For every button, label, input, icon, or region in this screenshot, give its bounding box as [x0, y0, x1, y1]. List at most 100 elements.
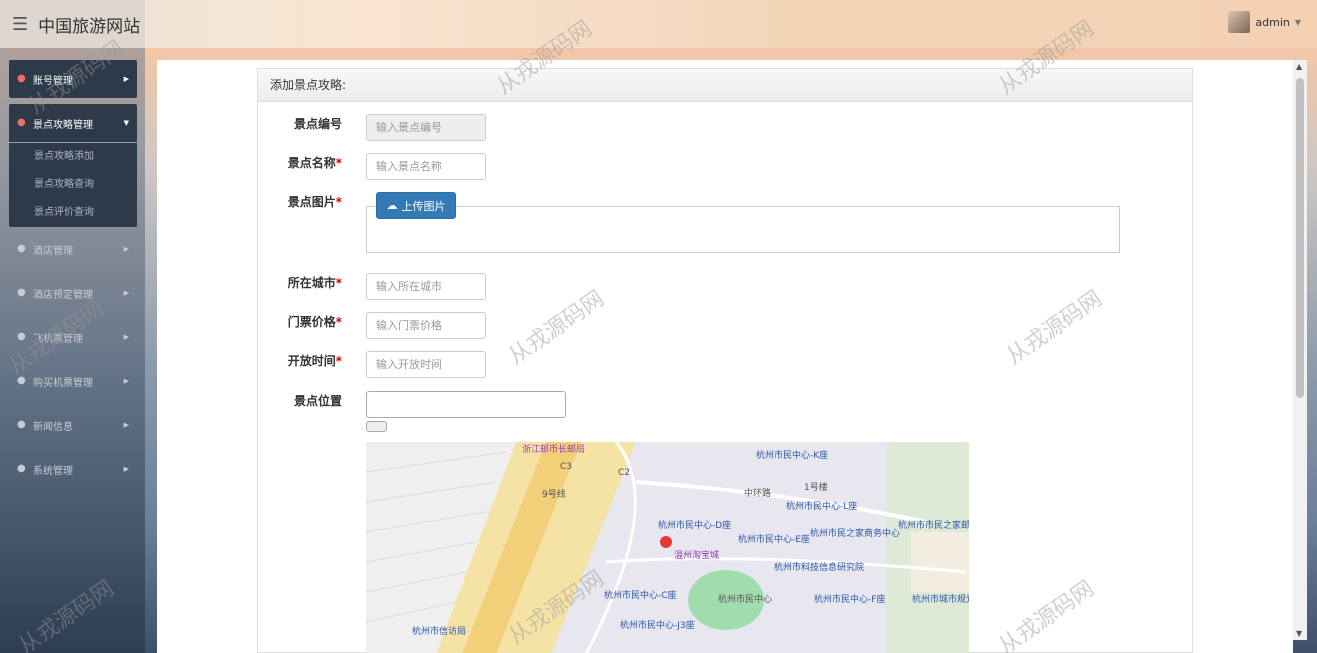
sidebar-item-label: 系统管理 [33, 465, 73, 477]
price-label: 门票价格* [258, 313, 342, 330]
map-label: 杭州市民中心-F座 [814, 595, 886, 605]
sidebar-item-label: 酒店预定管理 [33, 289, 93, 301]
map-label: C3 [560, 462, 573, 472]
city-label: 所在城市* [258, 274, 342, 291]
map-label: 杭州市民中心-D座 [658, 521, 732, 531]
required-mark: * [335, 195, 342, 209]
map-label: 中环路 [744, 489, 772, 499]
map-label: 1号楼 [804, 483, 828, 493]
menu-toggle-icon[interactable]: ☰ [12, 14, 28, 35]
sidebar-item-label: 酒店管理 [33, 245, 73, 257]
sidebar-item-system[interactable]: ● 系统管理 ▶ [9, 450, 137, 488]
map-label: 杭州市民中心-L座 [786, 502, 858, 512]
map-label: 杭州市民之家商务中心 [810, 529, 901, 539]
user-icon: ● [17, 419, 26, 430]
user-icon: ● [17, 375, 26, 386]
map-label: 浙江邮币长邮局 [522, 445, 586, 455]
sidebar-item-ticket-purchase[interactable]: ● 购买机票管理 ▶ [9, 362, 137, 400]
city-input[interactable]: 输入所在城市 [366, 273, 486, 300]
map-label: 9号线 [542, 490, 566, 500]
code-label-text: 景点编号 [293, 117, 342, 131]
required-mark: * [335, 354, 342, 368]
sidebar-item-scenic[interactable]: ● 景点攻略管理 ▼ [9, 104, 137, 142]
image-label-text: 景点图片 [287, 195, 336, 209]
sidebar-item-label: 新闻信息 [33, 421, 73, 433]
name-label: 景点名称* [258, 154, 342, 171]
avatar[interactable] [1228, 11, 1251, 33]
map-label: 杭州市民中心 [718, 595, 773, 605]
image-label: 景点图片* [258, 193, 342, 210]
sidebar-item-account[interactable]: ● 账号管理 ▶ [9, 60, 137, 98]
city-label-text: 所在城市 [287, 276, 336, 290]
cloud-upload-icon: ☁ [386, 199, 398, 212]
scrollbar-thumb[interactable] [1296, 78, 1304, 398]
chevron-right-icon: ▶ [123, 377, 129, 385]
required-mark: * [335, 315, 342, 329]
submenu-item-add[interactable]: 景点攻略添加 [9, 143, 137, 171]
required-mark: * [335, 276, 342, 290]
add-scenic-panel: 添加景点攻略: 景点编号 输入景点编号 景点名称* 输入景点名称 景点图片* ☁… [257, 68, 1193, 653]
upload-image-label: 上传图片 [401, 199, 446, 213]
username[interactable]: admin [1255, 16, 1289, 29]
user-menu[interactable]: admin ▼ [1228, 11, 1301, 33]
chevron-right-icon: ▶ [123, 465, 129, 473]
location-search-button[interactable] [366, 421, 387, 432]
sidebar-item-label: 景点攻略管理 [33, 119, 93, 131]
map-label: 杭州市信访局 [412, 627, 467, 637]
name-label-text: 景点名称 [287, 156, 336, 170]
sidebar-item-label: 购买机票管理 [33, 377, 93, 389]
scroll-up-icon[interactable]: ▲ [1296, 62, 1302, 71]
sidebar-item-flight[interactable]: ● 飞机票管理 ▶ [9, 318, 137, 356]
user-icon: ● [17, 331, 26, 342]
price-label-text: 门票价格 [287, 315, 336, 329]
map-label: C2 [618, 468, 631, 478]
location-label-text: 景点位置 [293, 394, 342, 408]
chevron-down-icon: ▼ [123, 119, 129, 127]
required-mark: * [335, 156, 342, 170]
user-icon: ● [17, 463, 26, 474]
map-label: 杭州市市民之家邮政所 [898, 521, 969, 531]
chevron-right-icon: ▶ [123, 245, 129, 253]
scroll-down-icon[interactable]: ▼ [1296, 629, 1302, 638]
chevron-right-icon: ▶ [123, 75, 129, 83]
sidebar-item-hotel[interactable]: ● 酒店管理 ▶ [9, 230, 137, 268]
user-icon: ● [17, 243, 26, 254]
location-label: 景点位置 [258, 392, 342, 409]
hours-label-text: 开放时间 [287, 354, 336, 368]
map-label: 杭州市民中心-J3座 [620, 621, 695, 631]
user-icon: ● [17, 287, 26, 298]
hours-label: 开放时间* [258, 352, 342, 369]
map-label: 杭州市科技信息研究院 [774, 563, 865, 573]
sidebar-item-hotel-booking[interactable]: ● 酒店预定管理 ▶ [9, 274, 137, 312]
brand: ☰ 中国旅游网站 [0, 0, 145, 48]
code-label: 景点编号 [258, 115, 342, 132]
map-label: 杭州市民中心-C座 [604, 591, 677, 601]
sidebar-item-label: 飞机票管理 [33, 333, 83, 345]
app-title: 中国旅游网站 [38, 16, 141, 37]
sidebar-item-news[interactable]: ● 新闻信息 ▶ [9, 406, 137, 444]
upload-image-button[interactable]: ☁ 上传图片 [376, 192, 456, 219]
chevron-right-icon: ▶ [123, 289, 129, 297]
map-label: 杭州市民中心-K座 [756, 451, 829, 461]
top-bar: ☰ 中国旅游网站 admin ▼ [0, 0, 1317, 48]
panel-title: 添加景点攻略: [258, 69, 1192, 102]
chevron-right-icon: ▶ [123, 333, 129, 341]
scrollbar[interactable]: ▲ ▼ [1293, 60, 1307, 640]
submenu-item-query[interactable]: 景点攻略查询 [9, 171, 137, 199]
map[interactable]: 浙江邮币长邮局 杭州市民中心-K座 1号楼 中环路 杭州市民中心-L座 杭州市民… [366, 442, 969, 653]
scenic-submenu: 景点攻略添加 景点攻略查询 景点评价查询 [9, 143, 137, 227]
chevron-down-icon[interactable]: ▼ [1295, 18, 1301, 27]
user-icon: ● [17, 73, 26, 84]
hours-input[interactable]: 输入开放时间 [366, 351, 486, 378]
user-icon: ● [17, 117, 26, 128]
sidebar-item-label: 账号管理 [33, 75, 73, 87]
map-label: 杭州市城市规划展览馆 [912, 595, 969, 605]
price-input[interactable]: 输入门票价格 [366, 312, 486, 339]
location-input[interactable] [366, 391, 566, 418]
code-input[interactable]: 输入景点编号 [366, 114, 486, 141]
chevron-right-icon: ▶ [123, 421, 129, 429]
image-upload-area[interactable] [366, 206, 1120, 253]
map-label: 温州淘宝城 [674, 551, 720, 561]
submenu-item-review[interactable]: 景点评价查询 [9, 199, 137, 227]
name-input[interactable]: 输入景点名称 [366, 153, 486, 180]
